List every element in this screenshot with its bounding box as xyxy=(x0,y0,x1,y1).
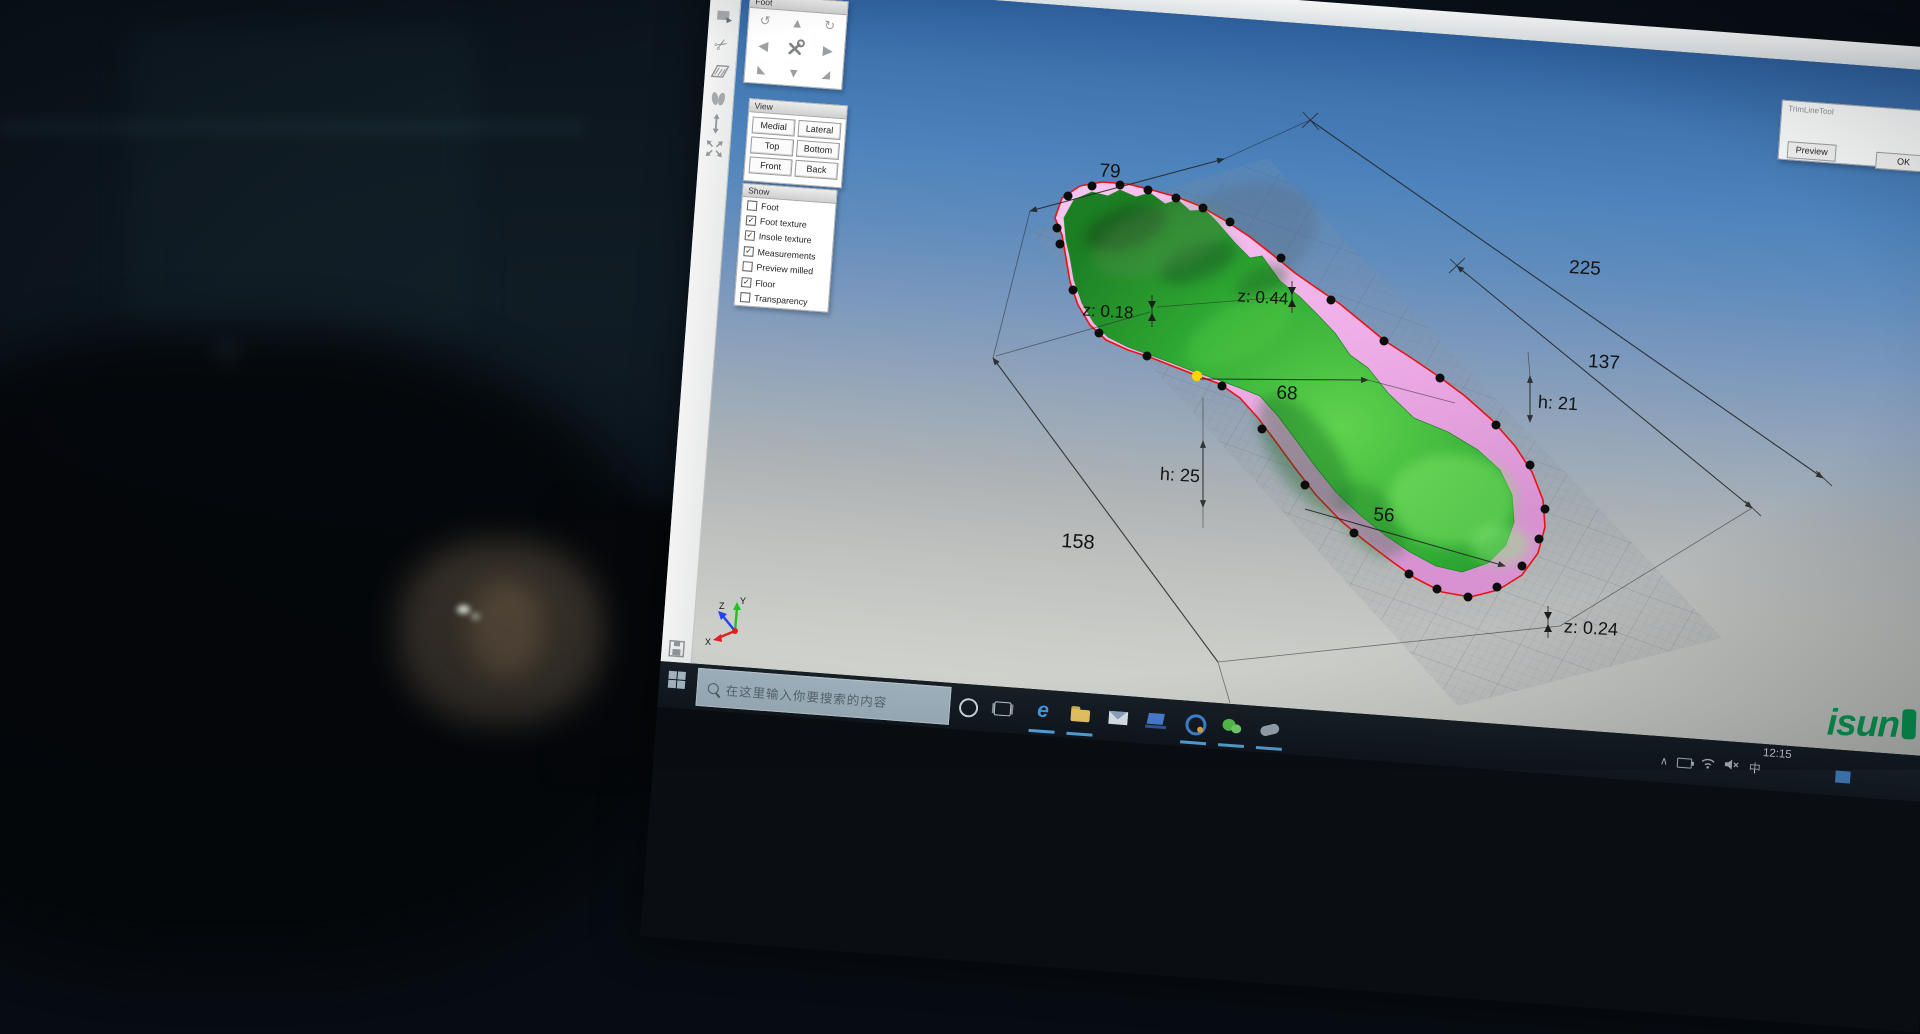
taskbar-browser-ring-icon[interactable] xyxy=(1181,710,1209,736)
show-panel: Show Foot ✓ Foot texture ✓ Insole textur… xyxy=(734,183,838,313)
isun-watermark: isun xyxy=(1826,701,1916,746)
search-icon xyxy=(707,682,719,694)
move-right-icon[interactable]: ▶ xyxy=(822,44,833,58)
view-front-button[interactable]: Front xyxy=(749,156,793,176)
show-label: Foot xyxy=(761,201,779,212)
taskbar-mail-icon[interactable] xyxy=(1105,705,1133,731)
view-top-button[interactable]: Top xyxy=(750,136,794,156)
isun-watermark-glyph xyxy=(1902,709,1917,739)
show-label: Floor xyxy=(755,278,776,289)
show-label: Insole texture xyxy=(758,232,811,246)
ime-indicator[interactable]: 中 xyxy=(1748,762,1761,775)
scissors-icon[interactable]: ✂ xyxy=(707,31,737,61)
isun-watermark-text: isun xyxy=(1826,701,1899,744)
photo-hand-highlight xyxy=(468,582,543,677)
wifi-icon[interactable] xyxy=(1700,755,1715,774)
view-lateral-button[interactable]: Lateral xyxy=(797,120,841,140)
active-indicator xyxy=(1218,743,1244,748)
show-label: Transparency xyxy=(754,293,808,307)
hatch-plane-icon[interactable] xyxy=(708,60,732,84)
show-label: Measurements xyxy=(757,247,816,261)
move-left-icon[interactable]: ◀ xyxy=(758,39,769,53)
foot-nav-panel: Foot ↺ ▲ ↻ ◀ ▶ ◣ ▼ ◢ xyxy=(743,0,848,90)
active-indicator xyxy=(1066,732,1092,737)
show-label: Foot texture xyxy=(760,216,808,229)
tilt-right-icon[interactable]: ◢ xyxy=(821,70,830,82)
monitor-screen: ✂ Foot ↺ ▲ ↻ ◀ ▶ ◣ ▼ ◢ xyxy=(640,0,1920,1032)
taskbar-explorer-icon[interactable] xyxy=(1067,702,1095,728)
checkbox[interactable]: ✓ xyxy=(746,215,757,226)
rotate-cw-icon[interactable]: ↻ xyxy=(824,19,836,33)
active-indicator xyxy=(1256,746,1282,751)
save-floppy-icon[interactable] xyxy=(665,637,689,661)
trimlinetool-dialog: TrimLineTool Preview OK xyxy=(1777,100,1920,172)
active-indicator xyxy=(1180,740,1206,745)
taskbar-laptop-app-icon[interactable] xyxy=(1143,707,1171,733)
checkbox[interactable]: ✓ xyxy=(744,231,755,242)
taskbar-grey-tool-icon[interactable] xyxy=(1256,716,1284,742)
tools-icon[interactable] xyxy=(785,36,807,59)
tilt-left-icon[interactable]: ◣ xyxy=(757,65,766,77)
cortana-icon[interactable] xyxy=(958,698,978,718)
view-medial-button[interactable]: Medial xyxy=(752,116,796,136)
checkbox[interactable]: ✓ xyxy=(741,277,752,288)
start-button[interactable] xyxy=(668,671,686,689)
checkbox[interactable] xyxy=(747,200,758,211)
view-bottom-button[interactable]: Bottom xyxy=(796,140,840,160)
3d-viewport[interactable] xyxy=(661,0,1920,757)
view-panel: View Medial Lateral Top Bottom Front Bac… xyxy=(743,98,848,188)
taskbar-wechat-icon[interactable] xyxy=(1219,713,1247,739)
move-up-icon[interactable]: ▲ xyxy=(791,16,805,30)
select-region-icon[interactable] xyxy=(712,5,736,29)
expand-arrows-icon[interactable] xyxy=(702,137,726,161)
photo-ring-glint-2 xyxy=(471,613,480,620)
preview-button[interactable]: Preview xyxy=(1787,141,1837,162)
checkbox[interactable] xyxy=(740,292,751,303)
photo-window-reflection xyxy=(130,28,475,333)
tray-chevron-icon[interactable]: ∧ xyxy=(1660,755,1669,768)
system-tray: ∧ 中 xyxy=(1659,752,1761,778)
move-down-icon[interactable]: ▼ xyxy=(787,66,801,80)
active-indicator xyxy=(1028,729,1054,734)
show-label: Preview milled xyxy=(756,262,813,276)
search-placeholder: 在这里输入你要搜索的内容 xyxy=(725,680,888,711)
rotate-ccw-icon[interactable]: ↺ xyxy=(759,14,771,28)
action-center-icon[interactable] xyxy=(1835,770,1851,783)
checkbox[interactable]: ✓ xyxy=(743,246,754,257)
view-back-button[interactable]: Back xyxy=(794,160,838,180)
insole-pair-icon[interactable] xyxy=(706,87,730,111)
photo-desk-edge xyxy=(0,120,585,134)
volume-muted-icon[interactable] xyxy=(1723,757,1740,776)
checkbox[interactable] xyxy=(742,261,753,272)
task-view-icon[interactable] xyxy=(994,701,1012,716)
battery-icon[interactable] xyxy=(1677,758,1693,769)
photo-ring-glint xyxy=(457,605,470,614)
taskbar-edge-icon[interactable]: e xyxy=(1029,699,1057,725)
taskbar-clock[interactable]: 12:15 xyxy=(1762,747,1792,761)
dialog-title: TrimLineTool xyxy=(1788,104,1834,116)
vertical-arrows-icon[interactable] xyxy=(704,112,728,136)
